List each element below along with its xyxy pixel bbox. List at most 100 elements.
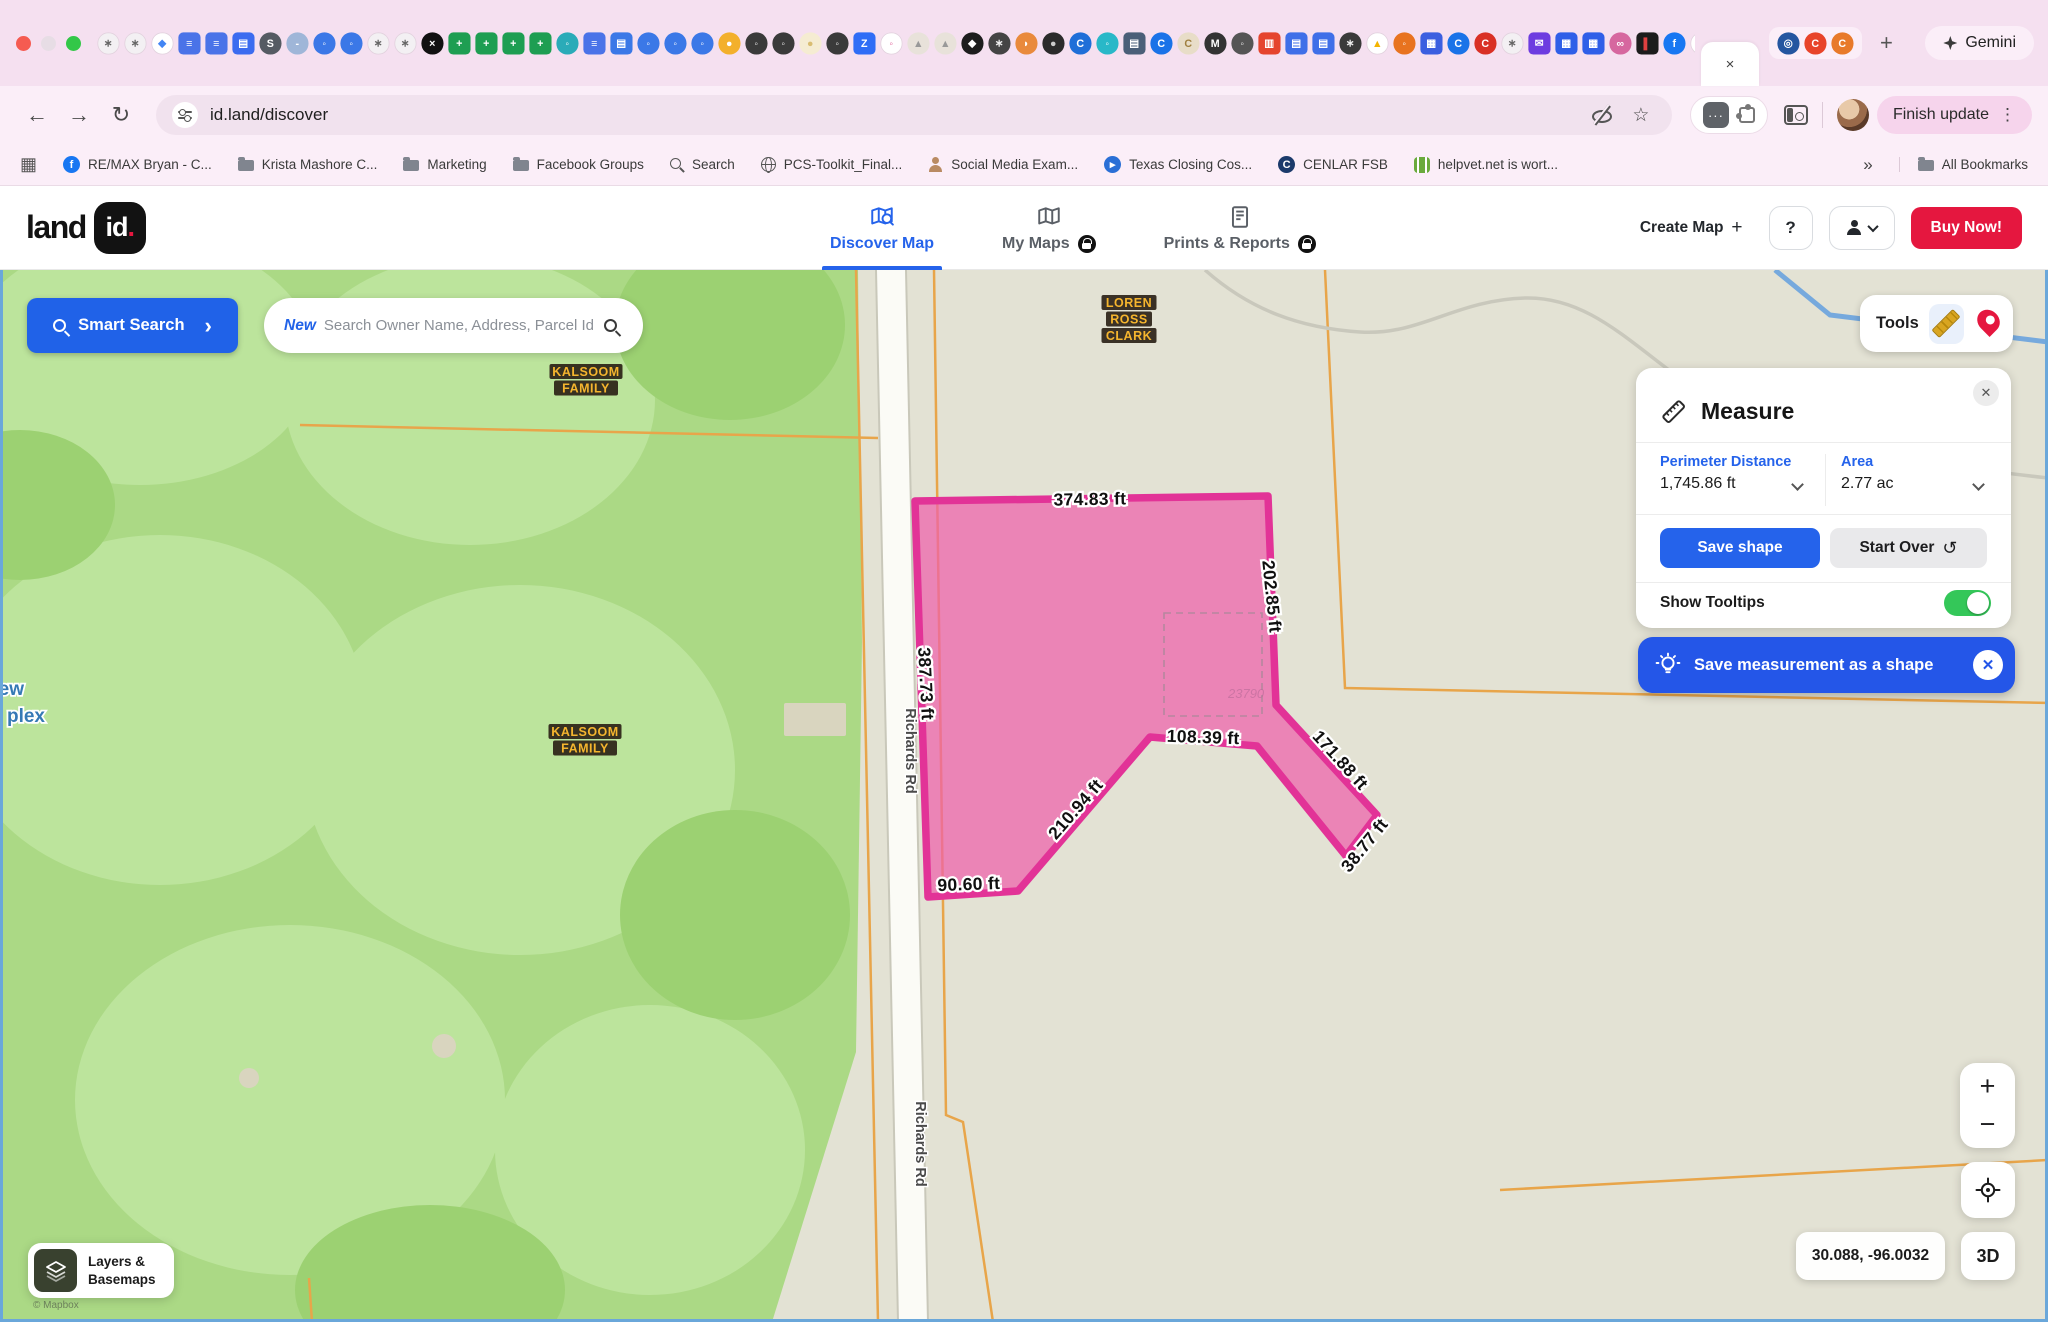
pinned-tab-favicon[interactable]: + (502, 32, 524, 54)
bookmarks-overflow-icon[interactable]: » (1863, 155, 1872, 175)
pinned-tab-favicon[interactable]: S (259, 32, 281, 54)
coordinates-readout[interactable]: 30.088, -96.0032 (1796, 1232, 1945, 1280)
pinned-tab-favicon[interactable]: ◦ (880, 32, 902, 54)
pinned-tab-favicon[interactable]: ◦ (313, 32, 335, 54)
pinned-tab-favicon[interactable]: C (1804, 32, 1826, 54)
pinned-tab-favicon[interactable]: ▦ (1420, 32, 1442, 54)
pinned-tab-favicon[interactable]: ∗ (97, 32, 119, 54)
back-button[interactable]: ← (20, 102, 54, 128)
all-bookmarks-button[interactable]: All Bookmarks (1899, 157, 2028, 172)
pinned-tab-favicon[interactable]: ∗ (394, 32, 416, 54)
pinned-tab-favicon[interactable]: ◆ (961, 32, 983, 54)
pinned-tab-favicon[interactable]: ● (1042, 32, 1064, 54)
area-unit-dropdown[interactable] (1972, 478, 1985, 491)
pinned-tab-favicon[interactable]: ◦ (637, 32, 659, 54)
reload-button[interactable]: ↻ (104, 102, 138, 128)
pinned-tab-favicon[interactable]: ▤ (1285, 32, 1307, 54)
pinned-tab-favicon[interactable]: C (1831, 32, 1853, 54)
traffic-light[interactable] (66, 36, 81, 51)
pinned-tab-favicon[interactable]: M (1204, 32, 1226, 54)
pinned-tab-favicon[interactable]: ◦ (1231, 32, 1253, 54)
tab-my-maps[interactable]: My Maps (1002, 186, 1096, 270)
pinned-tab-favicon[interactable]: ◦ (691, 32, 713, 54)
vpn-off-icon[interactable] (1588, 102, 1614, 128)
pinned-tab-favicon[interactable]: ∗ (367, 32, 389, 54)
pinned-tab-favicon[interactable]: ▤ (1123, 32, 1145, 54)
pinned-tab-favicon[interactable]: ✉ (1528, 32, 1550, 54)
pinned-tab-favicon[interactable]: ∗ (124, 32, 146, 54)
pinned-tab-favicon[interactable]: ◦ (664, 32, 686, 54)
pinned-tab-favicon[interactable]: C (1447, 32, 1469, 54)
pinned-tab-favicon[interactable]: ▦ (1582, 32, 1604, 54)
bookmark-item[interactable]: ▸Texas Closing Cos... (1104, 156, 1252, 173)
account-button[interactable] (1829, 206, 1895, 250)
bookmark-item[interactable]: CCENLAR FSB (1278, 156, 1388, 173)
apps-grid-icon[interactable]: ▦ (20, 154, 37, 175)
pinned-tab-favicon[interactable]: ◦ (745, 32, 767, 54)
pinned-tab-favicon[interactable]: ◎ (1777, 32, 1799, 54)
pinned-tab-favicon[interactable]: + (475, 32, 497, 54)
pinned-tab-favicon[interactable]: ▲ (1366, 32, 1388, 54)
address-bar[interactable]: id.land/discover ☆ (156, 95, 1672, 135)
browser-menu-icon[interactable]: ⋮ (1999, 105, 2016, 125)
pinned-tab-favicon[interactable]: ▤ (232, 32, 254, 54)
pinned-tab-favicon[interactable]: ◦ (1096, 32, 1118, 54)
pinned-tab-favicon[interactable]: ∗ (1339, 32, 1361, 54)
pinned-tab-favicon[interactable]: ▲ (907, 32, 929, 54)
bookmark-item[interactable]: helpvet.net is wort... (1414, 157, 1558, 173)
perimeter-unit-dropdown[interactable] (1791, 478, 1804, 491)
locate-me-button[interactable] (1961, 1162, 2015, 1218)
close-tab-icon[interactable]: × (1726, 56, 1735, 73)
show-tooltips-toggle[interactable] (1944, 590, 1991, 616)
toast-close-button[interactable]: ✕ (1973, 650, 2003, 680)
save-shape-button[interactable]: Save shape (1660, 528, 1820, 568)
pinned-tab-favicon[interactable]: ◦ (772, 32, 794, 54)
3d-view-button[interactable]: 3D (1961, 1232, 2015, 1280)
create-map-button[interactable]: Create Map + (1640, 217, 1743, 239)
map-viewport[interactable]: 23790 KALSOOMFAMILYKALSOOMFAMILYLORENROS… (0, 270, 2048, 1322)
active-tab[interactable]: × (1701, 42, 1759, 86)
pinned-tab-favicon[interactable]: ◦ (1393, 32, 1415, 54)
pinned-tab-favicon[interactable]: C (1474, 32, 1496, 54)
bookmark-item[interactable]: Facebook Groups (513, 157, 644, 172)
bookmark-item[interactable]: fRE/MAX Bryan - C... (63, 156, 212, 173)
pinned-tab-favicon[interactable]: - (286, 32, 308, 54)
pinned-tab-favicon[interactable]: ≡ (178, 32, 200, 54)
pinned-tab-favicon[interactable]: ◦ (340, 32, 362, 54)
bookmark-item[interactable]: PCS-Toolkit_Final... (761, 157, 903, 172)
traffic-light[interactable] (16, 36, 31, 51)
zoom-in-button[interactable]: + (1980, 1071, 1996, 1102)
pinned-tab-favicon[interactable]: f (1663, 32, 1685, 54)
forward-button[interactable]: → (62, 102, 96, 128)
buy-now-button[interactable]: Buy Now! (1911, 207, 2022, 249)
profile-avatar[interactable] (1837, 99, 1869, 131)
pinned-tab-favicon[interactable]: ● (799, 32, 821, 54)
traffic-light[interactable] (41, 36, 56, 51)
landid-logo[interactable]: land id. (26, 202, 146, 254)
help-button[interactable]: ? (1769, 206, 1813, 250)
bookmark-item[interactable]: Social Media Exam... (928, 157, 1078, 172)
pinned-tab-favicon[interactable]: ∞ (1609, 32, 1631, 54)
pinned-tab-favicon[interactable]: ▲ (934, 32, 956, 54)
side-panel-icon[interactable] (1784, 105, 1808, 125)
bookmark-star-icon[interactable]: ☆ (1626, 104, 1656, 127)
pinned-tab-favicon[interactable]: C (1177, 32, 1199, 54)
pinned-tab-favicon[interactable]: C (1150, 32, 1172, 54)
pinned-tab-favicon[interactable]: ▤ (610, 32, 632, 54)
search-input[interactable]: New Search Owner Name, Address, Parcel I… (264, 298, 643, 353)
pinned-tab-favicon[interactable]: ▦ (1555, 32, 1577, 54)
pinned-tab-favicon[interactable]: ≡ (205, 32, 227, 54)
extensions-puzzle-icon[interactable] (1739, 107, 1755, 123)
tab-discover-map[interactable]: Discover Map (830, 186, 934, 270)
start-over-button[interactable]: Start Over↺ (1830, 528, 1987, 568)
pinned-tab-favicon[interactable]: C (1069, 32, 1091, 54)
finish-update-button[interactable]: Finish update ⋮ (1877, 96, 2032, 134)
pinned-tab-favicon[interactable]: Z (853, 32, 875, 54)
bookmark-item[interactable]: Marketing (403, 157, 486, 172)
tab-prints-reports[interactable]: Prints & Reports (1164, 186, 1316, 270)
zoom-out-button[interactable]: − (1980, 1109, 1996, 1140)
pinned-tab-favicon[interactable]: + (529, 32, 551, 54)
pinned-tab-favicon[interactable]: ∗ (1501, 32, 1523, 54)
layers-basemaps-button[interactable]: Layers &Basemaps (28, 1243, 174, 1298)
search-icon[interactable] (604, 319, 617, 332)
